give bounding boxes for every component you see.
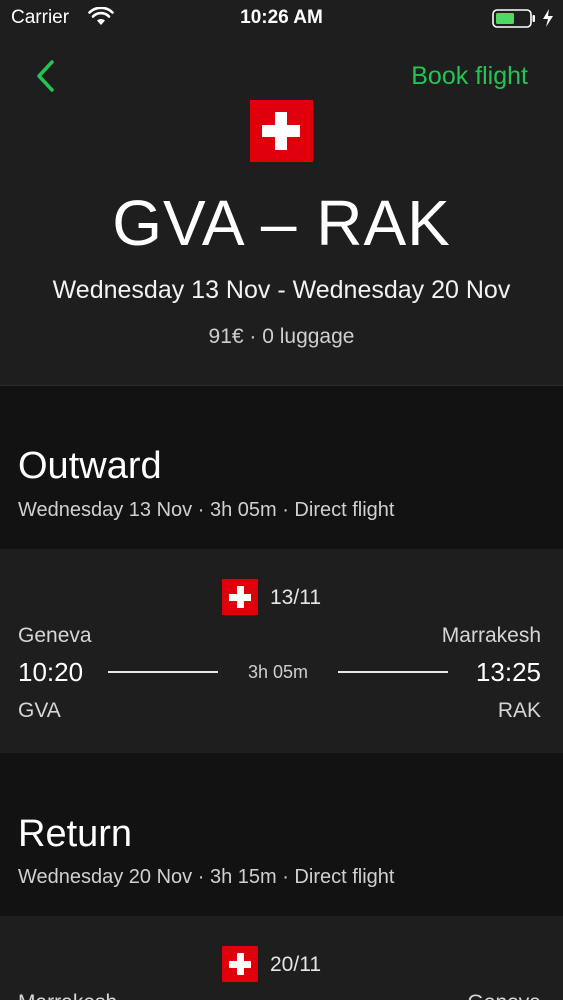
clock: 10:26 AM (240, 7, 323, 28)
outward-flight-card[interactable]: 13/11 Geneva Marrakesh 10:20 3h 05m 13:2… (0, 549, 563, 753)
departure-airport-code: GVA (18, 699, 61, 722)
trip-dates: Wednesday 13 Nov - Wednesday 20 Nov (52, 276, 511, 304)
departure-city: Geneva (18, 624, 92, 647)
book-flight-button[interactable]: Book flight (411, 62, 528, 91)
section-title: Outward (18, 445, 162, 487)
swiss-flag-icon (222, 579, 258, 615)
flight-duration: 3h 05m (247, 662, 309, 682)
flight-date: 20/11 (270, 953, 321, 976)
arrival-time: 13:25 (475, 657, 541, 687)
price-info: 91€ · 0 luggage (208, 325, 355, 348)
arrival-city: Geneva (467, 991, 541, 1000)
battery-icon (492, 9, 535, 28)
route-title: GVA – RAK (112, 187, 451, 259)
departure-time: 10:20 (18, 657, 84, 687)
status-bar: Carrier 10:26 AM (0, 0, 563, 36)
section-subtitle: Wednesday 20 Nov · 3h 15m · Direct fligh… (18, 866, 395, 888)
departure-city: Marrakesh (18, 991, 117, 1000)
back-button[interactable] (30, 56, 60, 96)
flight-date: 13/11 (270, 586, 321, 609)
trip-header: Book flight GVA – RAK Wednesday 13 Nov -… (0, 36, 563, 386)
swiss-flag-icon (250, 100, 313, 162)
return-section-header: Return Wednesday 20 Nov · 3h 15m · Direc… (0, 753, 563, 916)
outward-section-header: Outward Wednesday 13 Nov · 3h 05m · Dire… (0, 387, 563, 549)
chevron-left-icon (37, 60, 54, 92)
swiss-flag-icon (222, 946, 258, 982)
route-line-left (108, 671, 218, 673)
arrival-city: Marrakesh (441, 624, 541, 647)
arrival-airport-code: RAK (497, 699, 541, 722)
charging-bolt-icon (543, 9, 553, 27)
route-line-right (338, 671, 448, 673)
section-subtitle: Wednesday 13 Nov · 3h 05m · Direct fligh… (18, 499, 395, 521)
return-flight-card[interactable]: 20/11 Marrakesh Geneva (0, 916, 563, 1000)
section-title: Return (18, 813, 133, 855)
